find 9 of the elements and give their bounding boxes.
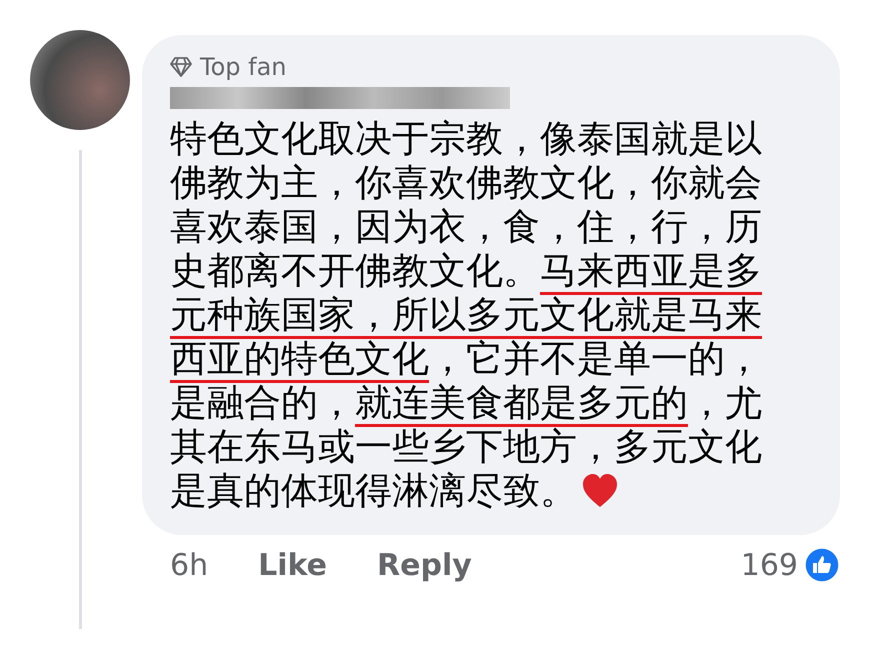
reaction-count: 169 bbox=[740, 548, 798, 582]
comment-action-link[interactable]: Like bbox=[258, 548, 328, 582]
top-fan-label: Top fan bbox=[200, 53, 286, 81]
comment-time: 6h bbox=[170, 548, 208, 582]
diamond-icon bbox=[170, 57, 192, 77]
comment-action-link[interactable]: Reply bbox=[377, 548, 472, 582]
thumbs-up-icon bbox=[804, 547, 840, 583]
heart-icon bbox=[581, 473, 619, 509]
comment-text: 特色文化取决于宗教，像泰国就是以佛教为主，你喜欢佛教文化，你就会喜欢泰国，因为衣，食，住，行，历史都离不开佛教文化。马来西亚是多元种族国家，所以多元文化就是马来西亚的特色文化，它并不是单一的，是融合的，就连美食都是多元的，尤其在东马或一些乡下地方，多元文化是真的体现得淋漓尽致。 bbox=[170, 117, 763, 513]
